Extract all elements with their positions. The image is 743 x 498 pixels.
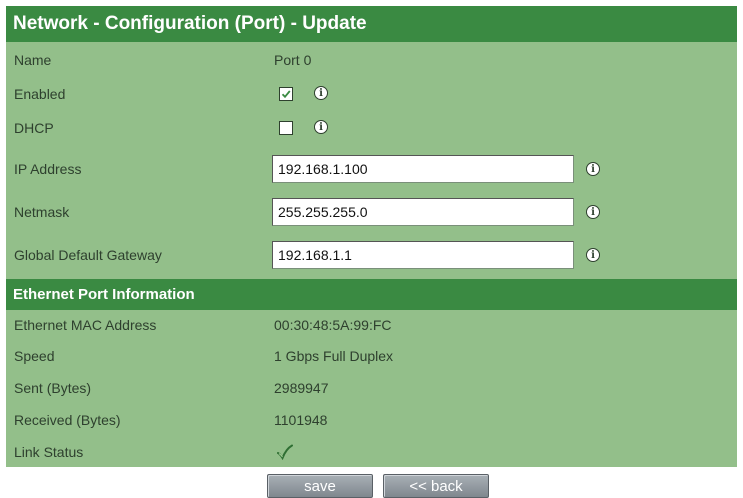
enabled-label: Enabled <box>14 86 66 102</box>
link-status-label: Link Status <box>14 444 84 460</box>
mac-address-label: Ethernet MAC Address <box>14 317 157 333</box>
netmask-input[interactable] <box>272 198 574 226</box>
gateway-label: Global Default Gateway <box>14 247 162 263</box>
sent-bytes-label: Sent (Bytes) <box>14 380 92 396</box>
name-value: Port 0 <box>274 52 312 68</box>
received-bytes-label: Received (Bytes) <box>14 412 121 428</box>
received-bytes-value: 1101948 <box>274 412 328 428</box>
speed-label: Speed <box>14 348 55 364</box>
config-panel <box>6 6 737 467</box>
info-icon[interactable]: i <box>314 120 328 134</box>
netmask-label: Netmask <box>14 204 70 220</box>
section-title: Ethernet Port Information <box>6 279 737 310</box>
name-label: Name <box>14 52 52 68</box>
dhcp-label: DHCP <box>14 120 54 136</box>
info-icon[interactable]: i <box>314 86 328 100</box>
sent-bytes-value: 2989947 <box>274 380 329 396</box>
mac-address-value: 00:30:48:5A:99:FC <box>274 317 392 333</box>
page-title: Network - Configuration (Port) - Update <box>6 6 737 42</box>
save-button[interactable]: save <box>267 474 373 498</box>
enabled-checkbox[interactable] <box>279 87 293 101</box>
back-button[interactable]: << back <box>383 474 489 498</box>
info-icon[interactable]: i <box>586 162 600 176</box>
ip-address-input[interactable] <box>272 155 574 183</box>
info-icon[interactable]: i <box>586 205 600 219</box>
speed-value: 1 Gbps Full Duplex <box>274 348 394 364</box>
info-icon[interactable]: i <box>586 248 600 262</box>
checkmark-icon <box>281 90 291 99</box>
ip-address-label: IP Address <box>14 161 82 177</box>
link-status-checkmark-icon <box>277 444 293 460</box>
dhcp-checkbox[interactable] <box>279 121 293 135</box>
gateway-input[interactable] <box>272 241 574 269</box>
